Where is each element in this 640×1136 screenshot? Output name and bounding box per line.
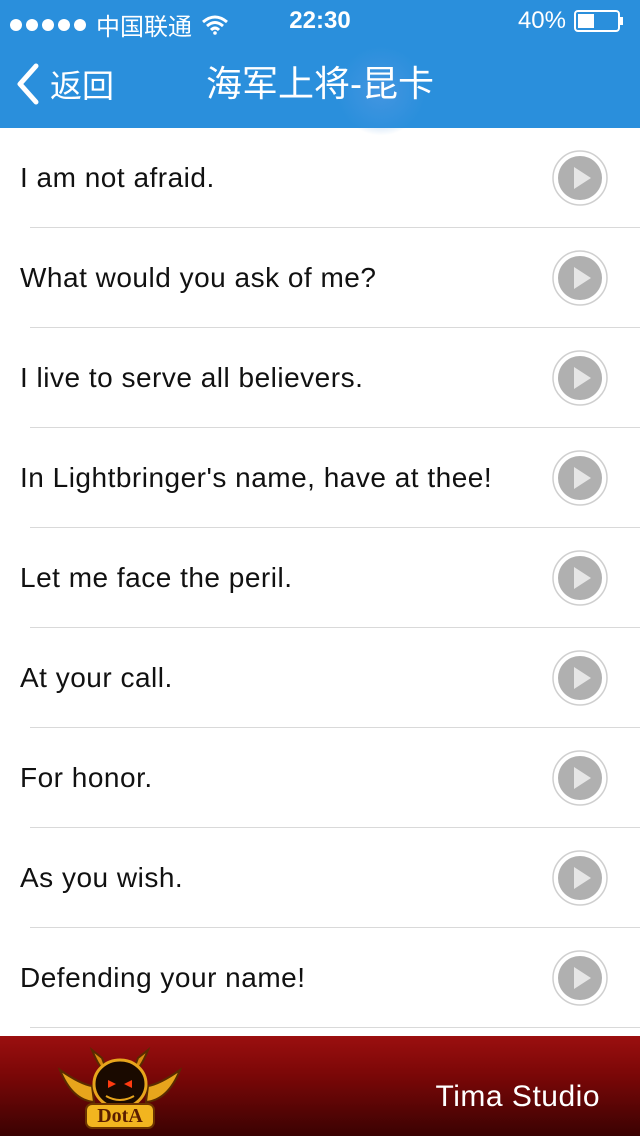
navigation-bar: 返回 海军上将-昆卡 [0,40,640,136]
row-divider [30,1027,640,1028]
list-item[interactable]: I am not afraid. [0,128,640,228]
quote-text: I live to serve all believers. [20,362,364,393]
studio-label: Tima Studio [435,1080,600,1113]
list-item[interactable]: As you wish. [0,828,640,928]
chevron-left-icon [17,63,39,105]
quote-text: What would you ask of me? [20,262,377,293]
play-icon[interactable] [552,450,608,506]
list-item[interactable]: What would you ask of me? [0,228,640,328]
play-icon[interactable] [552,350,608,406]
play-icon[interactable] [552,850,608,906]
status-bar: 中国联通 22:30 40% [0,0,640,41]
quote-text: Defending your name! [20,962,306,993]
status-right: 40% [518,7,624,35]
quote-text: For honor. [20,762,153,793]
dota-logo-text: DotA [97,1105,143,1127]
play-icon[interactable] [552,950,608,1006]
quote-text: At your call. [20,662,173,693]
dota-logo[interactable]: DotA [52,1040,188,1132]
back-label: 返回 [50,68,115,104]
quote-text: I am not afraid. [20,162,215,193]
play-icon[interactable] [552,750,608,806]
play-icon[interactable] [552,150,608,206]
quote-text: In Lightbringer's name, have at thee! [20,462,493,493]
play-icon[interactable] [552,250,608,306]
footer-banner[interactable]: DotA Tima Studio [0,1036,640,1136]
list-item[interactable]: Defending your name! [0,928,640,1028]
play-icon[interactable] [552,650,608,706]
quote-list: I am not afraid. What would you ask of m… [0,128,640,1028]
list-item[interactable]: At your call. [0,628,640,728]
list-item[interactable]: For honor. [0,728,640,828]
page-title: 海军上将-昆卡 [206,63,434,104]
quote-text: Let me face the peril. [20,562,293,593]
battery-percent: 40% [517,7,566,34]
list-item[interactable]: I live to serve all believers. [0,328,640,428]
list-item[interactable]: In Lightbringer's name, have at thee! [0,428,640,528]
quote-text: As you wish. [20,862,184,893]
list-item[interactable]: Let me face the peril. [0,528,640,628]
play-icon[interactable] [552,550,608,606]
app-header: 中国联通 22:30 40% 返回 海军上将-昆卡 [0,0,640,136]
battery-icon [574,10,623,32]
back-button[interactable]: 返回 [14,60,114,108]
